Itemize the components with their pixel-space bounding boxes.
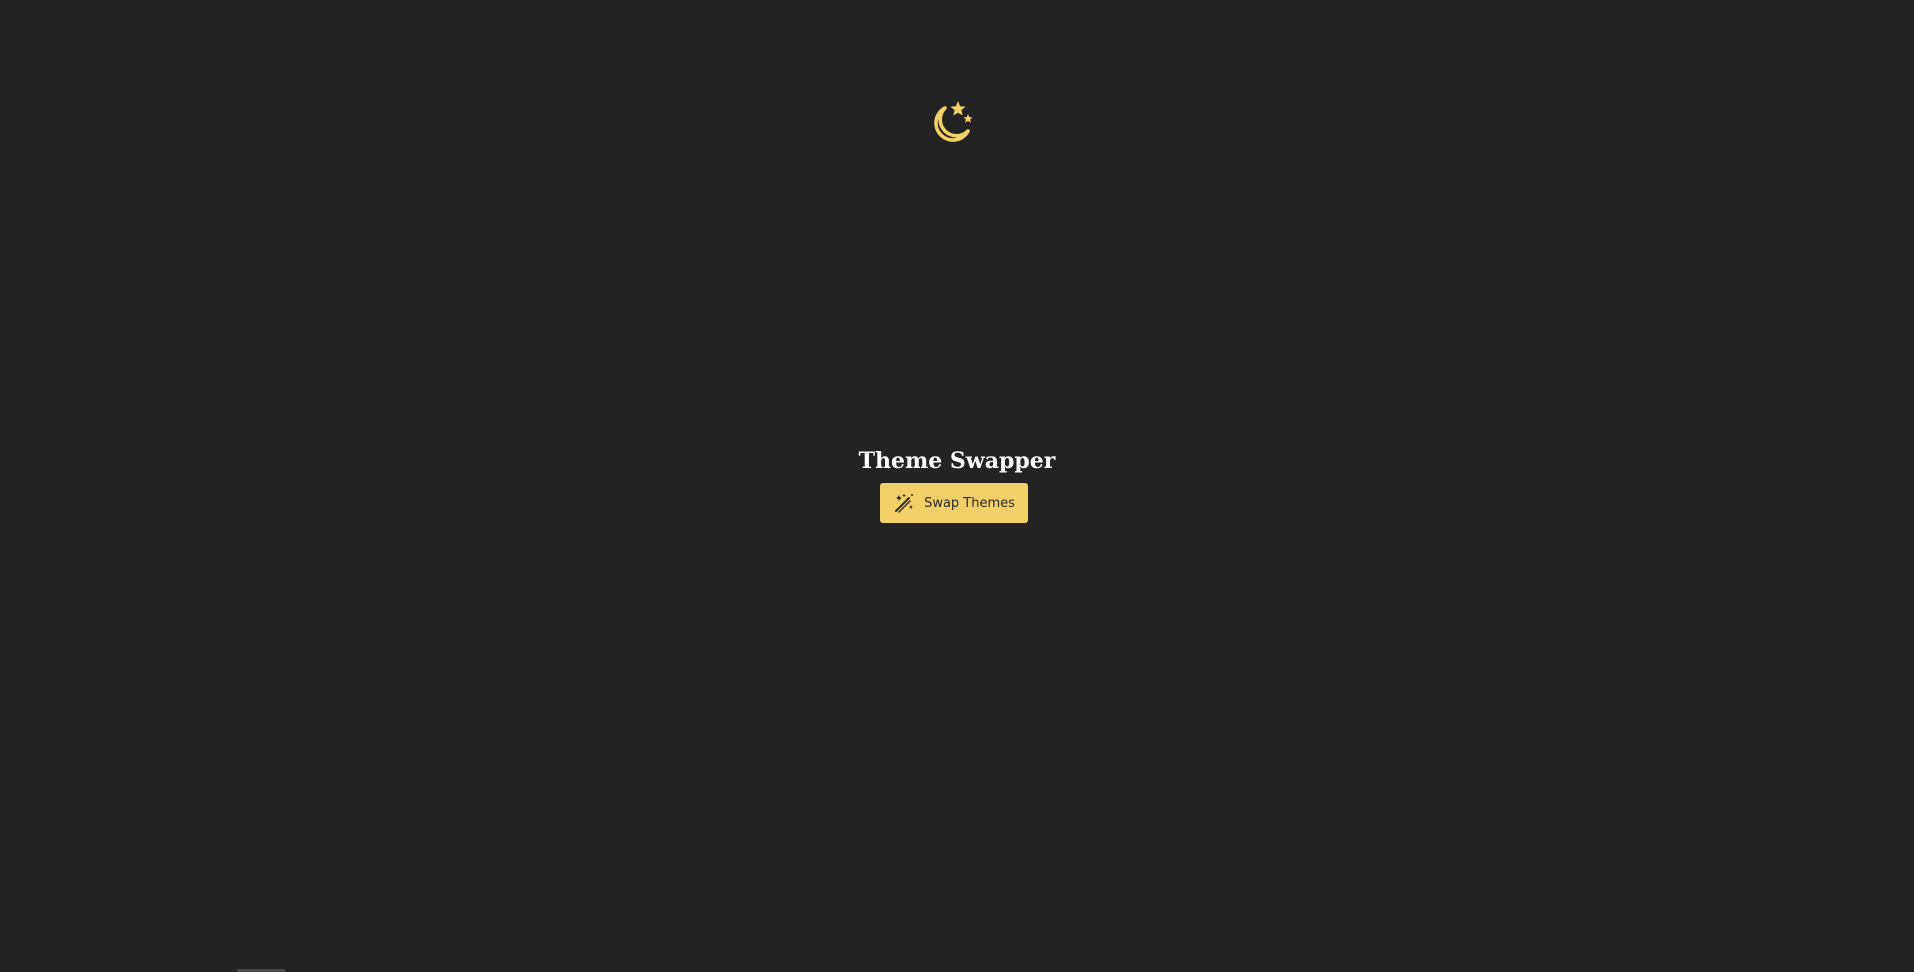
page-title: Theme Swapper xyxy=(858,448,1056,474)
wand-stars-icon xyxy=(893,492,915,514)
swap-themes-button[interactable]: Swap Themes xyxy=(880,483,1028,523)
swap-themes-label: Swap Themes xyxy=(924,495,1015,511)
moon-stars-icon xyxy=(928,98,976,146)
